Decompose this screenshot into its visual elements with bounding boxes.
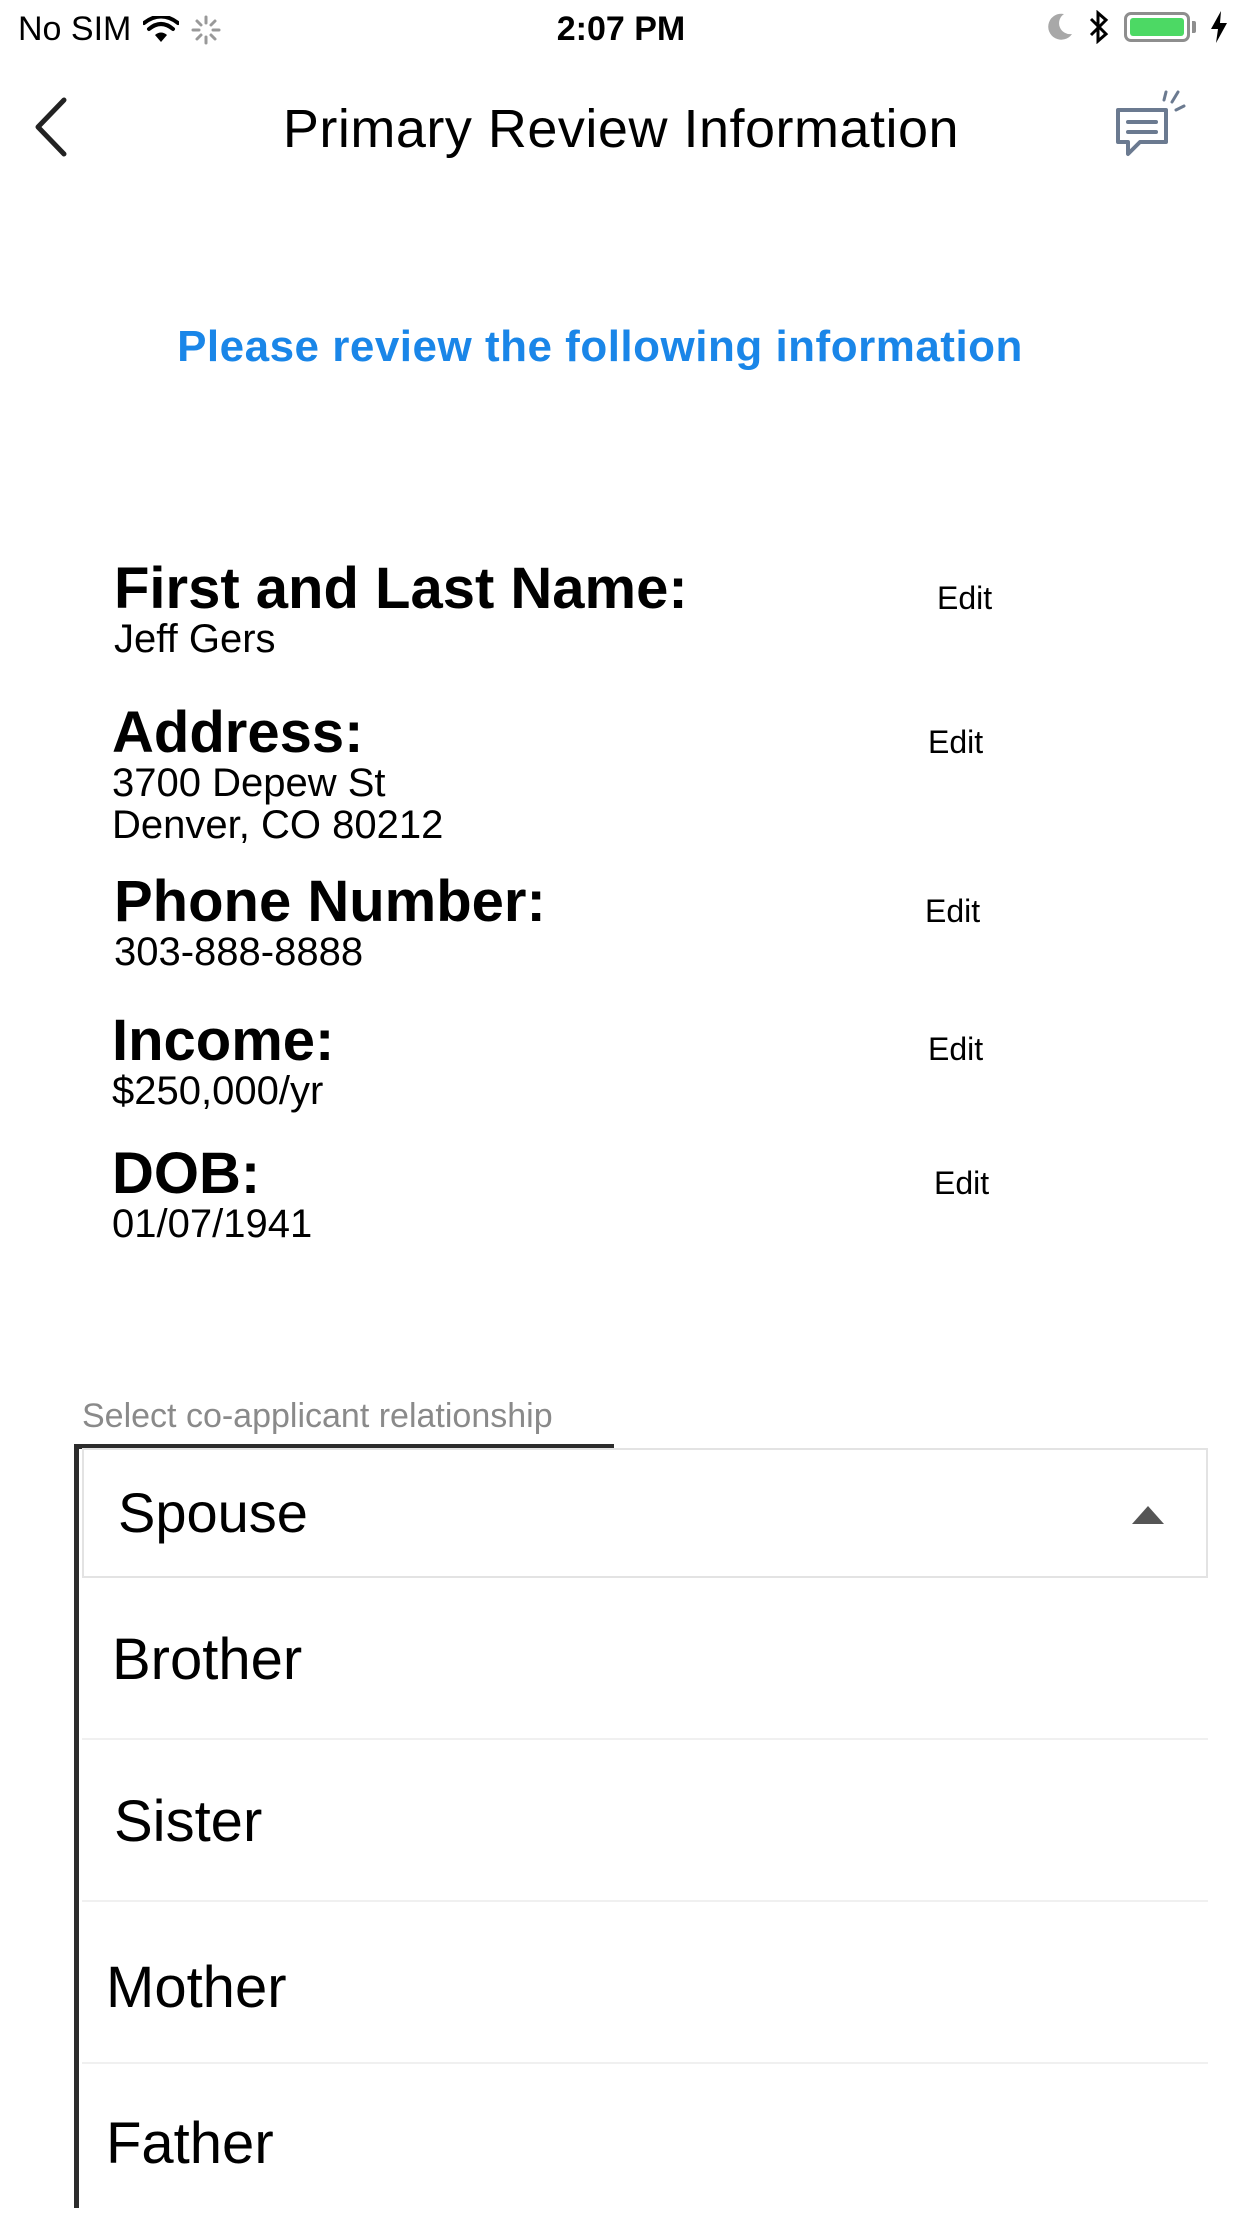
option-brother[interactable]: Brother bbox=[82, 1578, 1208, 1740]
field-value: Jeff Gers bbox=[114, 617, 276, 661]
edit-address-button[interactable]: Edit bbox=[928, 724, 983, 761]
relationship-select[interactable]: Spouse bbox=[82, 1448, 1208, 1578]
review-headline: Please review the following information bbox=[177, 322, 1023, 371]
option-label: Father bbox=[106, 2111, 274, 2176]
option-father[interactable]: Father bbox=[82, 2064, 1208, 2226]
edit-dob-button[interactable]: Edit bbox=[934, 1165, 989, 1202]
battery-icon bbox=[1124, 12, 1190, 42]
page-title: Primary Review Information bbox=[282, 99, 960, 159]
relationship-select-label: Select co-applicant relationship bbox=[82, 1397, 553, 1435]
field-value: 303-888-8888 bbox=[114, 930, 364, 974]
status-bar: No SIM 2:07 PM bbox=[0, 0, 1242, 60]
option-mother[interactable]: Mother bbox=[82, 1902, 1208, 2064]
caret-up-icon bbox=[1132, 1506, 1164, 1524]
option-sister[interactable]: Sister bbox=[82, 1740, 1208, 1902]
chat-icon bbox=[1116, 90, 1186, 156]
bluetooth-icon bbox=[1089, 10, 1109, 44]
field-value: 01/07/1941 bbox=[112, 1202, 313, 1246]
status-right bbox=[1046, 10, 1228, 44]
battery-level bbox=[1130, 18, 1184, 36]
option-label: Sister bbox=[114, 1789, 263, 1854]
battery-tip bbox=[1192, 21, 1196, 33]
edit-phone-button[interactable]: Edit bbox=[925, 893, 980, 930]
moon-icon bbox=[1048, 13, 1072, 40]
chat-button[interactable] bbox=[1110, 88, 1186, 164]
option-label: Brother bbox=[112, 1627, 303, 1692]
selected-value: Spouse bbox=[118, 1481, 308, 1544]
option-label: Mother bbox=[106, 1955, 287, 2020]
field-value: $250,000/yr bbox=[112, 1069, 324, 1113]
edit-name-button[interactable]: Edit bbox=[937, 580, 992, 617]
edit-income-button[interactable]: Edit bbox=[928, 1031, 983, 1068]
charging-bolt-icon bbox=[1211, 11, 1227, 43]
nav-bar: Primary Review Information bbox=[0, 70, 1242, 190]
field-value: 3700 Depew St Denver, CO 80212 bbox=[112, 761, 444, 847]
